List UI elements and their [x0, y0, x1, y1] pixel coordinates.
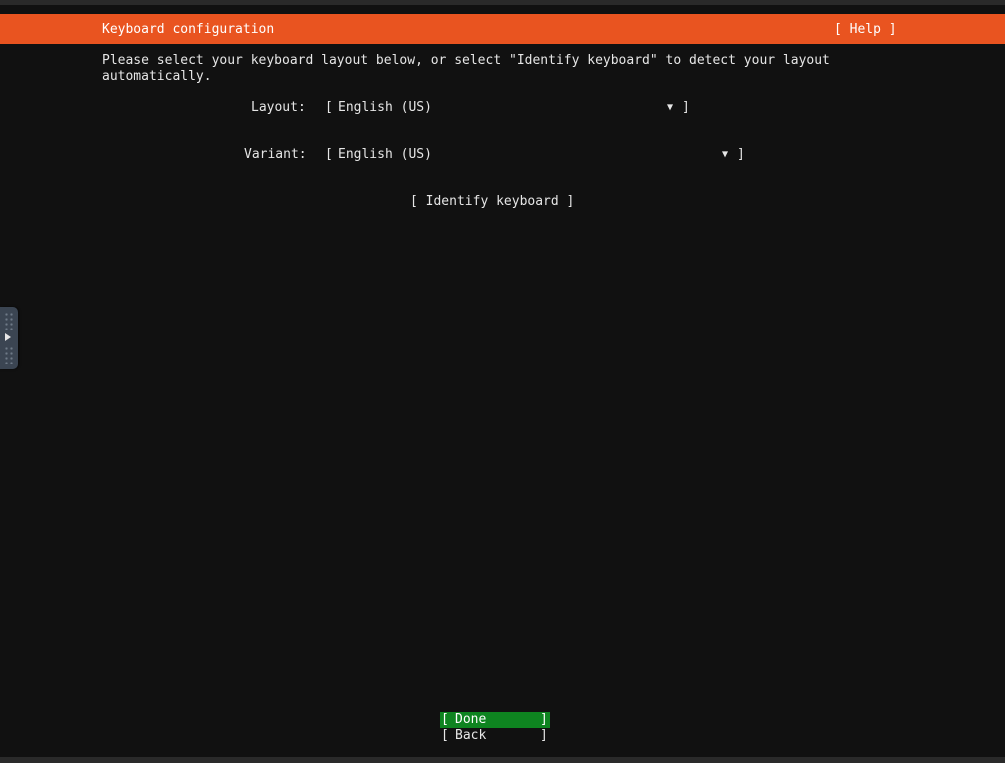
done-button-close-bracket: ] [540, 712, 548, 727]
back-button-close-bracket: ] [540, 728, 548, 743]
variant-select-open-bracket: [ [325, 147, 333, 162]
back-button[interactable]: [ Back ] [440, 728, 550, 744]
layout-label: Layout: [251, 100, 306, 115]
variant-select-close-bracket: ] [737, 147, 745, 162]
header-bar: Keyboard configuration [ Help ] [0, 14, 1005, 44]
layout-select-close-bracket: ] [682, 100, 690, 115]
dropdown-arrow-icon: ▼ [667, 102, 674, 113]
page-title: Keyboard configuration [102, 22, 275, 37]
instructions-text: Please select your keyboard layout below… [102, 53, 830, 84]
back-button-open-bracket: [ [441, 728, 449, 743]
expand-panel-icon [5, 333, 11, 341]
variant-select[interactable]: [ English (US) ▼ ] [323, 147, 748, 163]
identify-keyboard-button[interactable]: [ Identify keyboard ] [410, 194, 574, 210]
layout-select-value: English (US) [338, 100, 432, 115]
grip-icon [4, 312, 14, 330]
side-panel-handle[interactable] [0, 307, 18, 369]
done-button[interactable]: [ Done ] [440, 712, 550, 728]
variant-select-value: English (US) [338, 147, 432, 162]
bottom-border [0, 757, 1005, 763]
help-button[interactable]: [ Help ] [834, 22, 897, 38]
layout-select-open-bracket: [ [325, 100, 333, 115]
installer-screen: Keyboard configuration [ Help ] Please s… [0, 0, 1005, 763]
variant-label: Variant: [244, 147, 307, 162]
top-border [0, 0, 1005, 5]
done-button-open-bracket: [ [441, 712, 449, 727]
back-button-label: Back [455, 728, 487, 743]
layout-select[interactable]: [ English (US) ▼ ] [323, 100, 693, 116]
dropdown-arrow-icon: ▼ [722, 149, 729, 160]
grip-icon [4, 346, 14, 364]
done-button-label: Done [455, 712, 487, 727]
